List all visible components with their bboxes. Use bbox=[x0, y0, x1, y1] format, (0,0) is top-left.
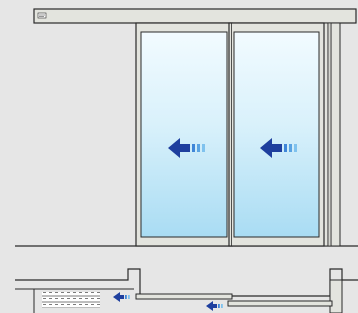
left-arrow-icon bbox=[113, 292, 130, 302]
operator-header bbox=[33, 8, 357, 24]
glass-pane-right bbox=[233, 31, 320, 238]
fixed-jamb-spacer bbox=[327, 22, 332, 247]
hatch-pattern bbox=[42, 292, 100, 308]
glass-pane-left bbox=[140, 31, 228, 238]
motion-lines-icon bbox=[284, 144, 287, 152]
wall-outline bbox=[15, 268, 358, 297]
operator-label-icon bbox=[37, 12, 47, 19]
sliding-door-diagram bbox=[0, 0, 358, 313]
sliding-panel-left bbox=[135, 22, 233, 247]
elevation-view bbox=[15, 8, 358, 247]
diagram-canvas bbox=[15, 8, 358, 313]
plan-view bbox=[15, 268, 358, 313]
motion-lines-icon bbox=[218, 304, 220, 308]
plan-fixed-side bbox=[329, 279, 343, 313]
fixed-jamb-outer bbox=[330, 22, 341, 247]
plan-leaf-right bbox=[227, 300, 333, 307]
left-arrow-icon bbox=[206, 301, 223, 311]
motion-lines-icon bbox=[192, 144, 195, 152]
sliding-panel-right bbox=[228, 22, 325, 247]
plan-leaf-left bbox=[135, 293, 233, 300]
motion-lines-icon bbox=[125, 295, 127, 299]
